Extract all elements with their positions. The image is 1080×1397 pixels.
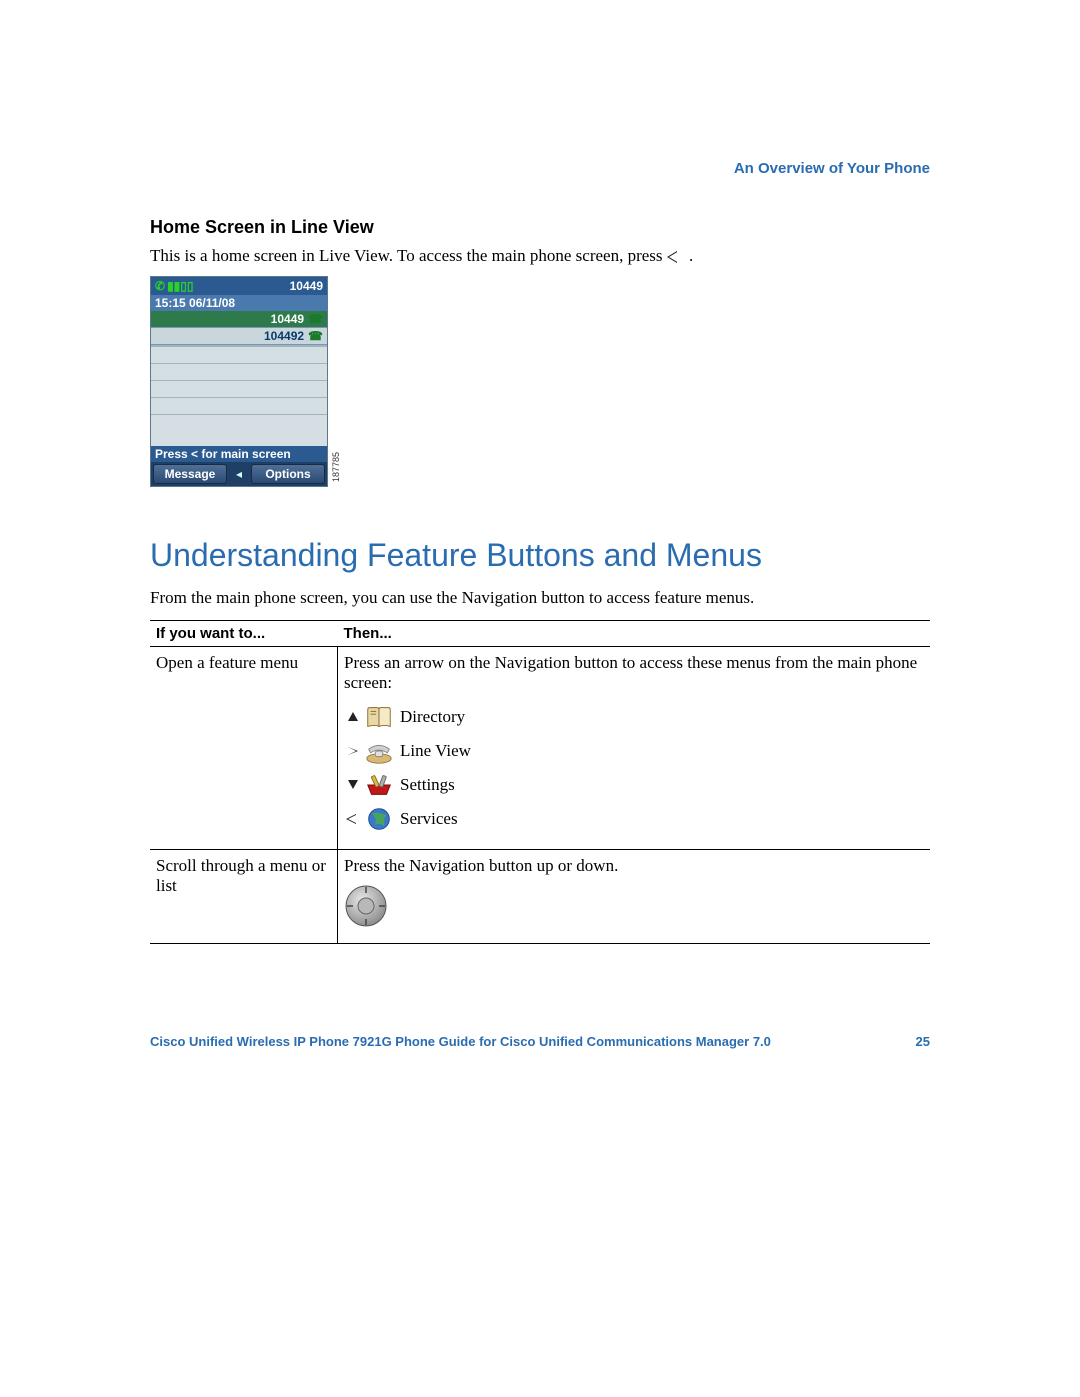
services-icon <box>362 805 396 833</box>
menu-item-settings: Settings <box>344 771 924 799</box>
intro-prefix: This is a home screen in Live View. To a… <box>150 246 667 265</box>
menu-item-services: Services <box>344 805 924 833</box>
menu-label: Directory <box>400 707 465 727</box>
section-heading-understanding: Understanding Feature Buttons and Menus <box>150 537 930 574</box>
down-arrow-icon <box>344 780 362 789</box>
table-cell-action: Scroll through a menu or list <box>150 849 338 943</box>
footer-doc-title: Cisco Unified Wireless IP Phone 7921G Ph… <box>150 1034 771 1049</box>
softkey-options: Options <box>251 464 325 484</box>
softkey-bar: Message ◂ Options <box>151 462 327 486</box>
feature-table: If you want to... Then... Open a feature… <box>150 620 930 944</box>
section-intro-home-screen: This is a home screen in Live View. To a… <box>150 244 930 268</box>
lineview-icon <box>362 737 396 765</box>
right-arrow-icon <box>344 747 362 755</box>
screenshot-body <box>151 345 327 446</box>
softkey-nav-icon: ◂ <box>229 462 249 486</box>
section-heading-home-screen: Home Screen in Line View <box>150 217 930 238</box>
status-icons: ✆▮▮▯▯ <box>155 279 193 293</box>
table-header-then: Then... <box>338 620 931 646</box>
back-arrow-icon <box>667 251 685 263</box>
status-number: 10449 <box>290 279 323 293</box>
menu-label: Services <box>400 809 458 829</box>
up-arrow-icon <box>344 712 362 721</box>
line-number: 10449 <box>271 312 304 326</box>
menu-label: Settings <box>400 775 455 795</box>
footer-page-number: 25 <box>916 1034 930 1049</box>
chapter-title: An Overview of Your Phone <box>150 160 930 177</box>
softkey-message: Message <box>153 464 227 484</box>
navigation-button-icon <box>344 884 924 933</box>
settings-icon <box>362 771 396 799</box>
table-header-ifyouwant: If you want to... <box>150 620 338 646</box>
line-number: 104492 <box>264 329 304 343</box>
menu-item-lineview: Line View <box>344 737 924 765</box>
figure-id: 187785 <box>331 452 341 482</box>
left-arrow-icon <box>344 814 362 824</box>
line-entry: 104492 ☎ <box>151 328 327 345</box>
phone-screenshot: ✆▮▮▯▯ 10449 15:15 06/11/08 10449 ☎ 10449… <box>150 276 328 487</box>
instruction-text: Press the Navigation button up or down. <box>344 856 924 876</box>
table-cell-action: Open a feature menu <box>150 646 338 849</box>
handset-icon: ✆ <box>155 279 165 293</box>
phone-icon: ☎ <box>308 329 323 343</box>
status-datetime: 15:15 06/11/08 <box>151 295 327 311</box>
instruction-text: Press an arrow on the Navigation button … <box>344 653 924 693</box>
line-entry-selected: 10449 ☎ <box>151 311 327 328</box>
menu-label: Line View <box>400 741 471 761</box>
menu-item-directory: Directory <box>344 703 924 731</box>
table-cell-instruction: Press an arrow on the Navigation button … <box>338 646 931 849</box>
table-cell-instruction: Press the Navigation button up or down. <box>338 849 931 943</box>
signal-icon: ▮▮▯▯ <box>167 279 193 293</box>
section-intro-understanding: From the main phone screen, you can use … <box>150 586 930 610</box>
table-row: Open a feature menu Press an arrow on th… <box>150 646 930 849</box>
hint-bar: Press < for main screen <box>151 446 327 462</box>
table-row: Scroll through a menu or list Press the … <box>150 849 930 943</box>
directory-icon <box>362 703 396 731</box>
intro-suffix: . <box>689 246 693 265</box>
phone-icon: ☎ <box>308 312 323 326</box>
